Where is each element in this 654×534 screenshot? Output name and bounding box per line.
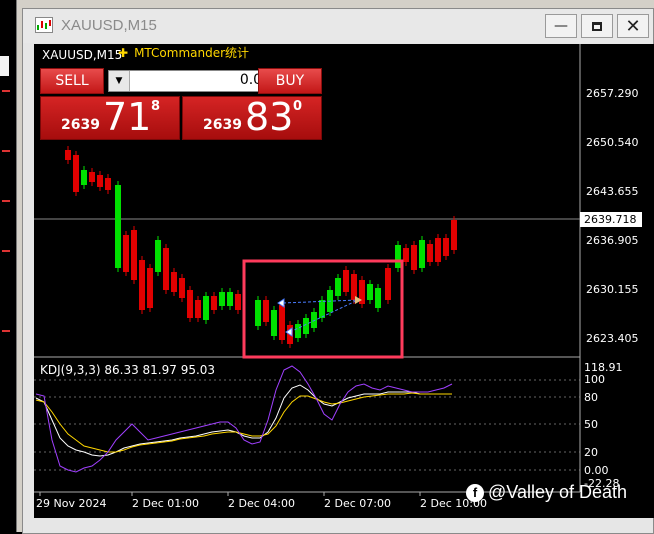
candle-body	[97, 175, 103, 187]
price-tick: 2650.540	[586, 136, 639, 149]
indicator-tag-text: MTCommander统计	[134, 46, 250, 60]
candle-body	[171, 272, 177, 292]
kdj-tick: 0.00	[584, 464, 609, 477]
axis-ticks	[39, 492, 421, 496]
price-tick: 2636.905	[586, 234, 639, 247]
buy-button[interactable]: BUY	[258, 68, 322, 94]
buy-price-base: 2639	[203, 117, 242, 133]
candle-body	[211, 296, 217, 310]
kdj-lines	[35, 365, 453, 473]
sell-price-point: 8	[151, 99, 161, 114]
time-tick: 2 Dec 04:00	[228, 497, 295, 510]
candle-body	[375, 288, 381, 308]
candle-body	[89, 172, 95, 182]
candle-body	[139, 260, 145, 310]
candle-body	[155, 240, 161, 272]
kdj-grid	[34, 379, 580, 471]
candle-body	[255, 300, 261, 326]
time-tick: 29 Nov 2024	[36, 497, 107, 510]
kdj-tick: 50	[584, 418, 598, 431]
kdj-label: KDJ(9,3,3) 86.33 81.97 95.03	[40, 363, 216, 377]
candle-body	[123, 235, 129, 272]
time-tick: 2 Dec 01:00	[132, 497, 199, 510]
lot-value[interactable]: 0.08	[133, 72, 271, 88]
candle-body	[219, 292, 225, 306]
buy-quote[interactable]: 2639 83 0	[182, 95, 322, 140]
candle-body	[411, 245, 417, 270]
candle-body	[179, 278, 185, 298]
price-tick: 2630.155	[586, 283, 639, 296]
candle-body	[131, 230, 137, 280]
candle-body	[227, 292, 233, 306]
candle-body	[435, 238, 441, 262]
candle-body	[187, 290, 193, 318]
candle-body	[311, 312, 317, 328]
candle-body	[147, 268, 153, 308]
candle-body	[367, 284, 373, 300]
one-click-trading-panel: SELL ▼ 0.08 ▲ BUY 2639 71 8 2639 83 0	[40, 68, 322, 140]
candle-body	[395, 245, 401, 268]
candle-body	[73, 155, 79, 192]
candle-body	[163, 248, 169, 290]
candle-body	[385, 268, 391, 300]
time-tick: 2 Dec 07:00	[324, 497, 391, 510]
symbol-label: XAUUSD,M15	[42, 48, 123, 62]
buy-price-point: 0	[293, 99, 303, 114]
price-tick: 2623.405	[586, 332, 639, 345]
candle-body	[427, 244, 433, 262]
candle-body	[451, 220, 457, 250]
kdj-tick: 100	[584, 373, 605, 386]
kdj-tick: 80	[584, 391, 598, 404]
candle-body	[203, 296, 209, 320]
candle-body	[81, 170, 87, 185]
candle-body	[115, 185, 121, 268]
terminal-window: XAUUSD,M15 — ✕ XAUUSD,M15 ✚ MTCommander统计…	[0, 0, 654, 534]
candle-body	[319, 300, 325, 318]
candle-body	[343, 270, 349, 292]
sell-quote[interactable]: 2639 71 8	[40, 95, 180, 140]
plus-icon: ✚	[118, 46, 129, 60]
sell-price-pips: 71	[103, 95, 152, 139]
candle-body	[295, 324, 301, 338]
candle-body	[279, 305, 285, 340]
facebook-icon: f	[466, 483, 484, 502]
candle-body	[65, 150, 71, 160]
kdj-tick: 20	[584, 446, 598, 459]
watermark-text: @Valley of Death	[488, 482, 628, 502]
candle-body	[271, 310, 277, 336]
candle-body	[351, 274, 357, 300]
candle-body	[443, 238, 449, 256]
kdj-d-line	[35, 392, 452, 453]
candle-body	[419, 240, 425, 268]
candle-body	[403, 248, 409, 262]
price-tick: 2657.290	[586, 87, 639, 100]
candle-body	[235, 294, 241, 310]
sell-button[interactable]: SELL	[40, 68, 104, 94]
candle-body	[105, 178, 111, 190]
candlesticks	[65, 146, 457, 348]
kdj-k-line	[35, 384, 452, 457]
candle-body	[335, 278, 341, 296]
buy-price-pips: 83	[245, 95, 294, 139]
candle-body	[195, 300, 201, 318]
indicator-tag: ✚ MTCommander统计	[118, 44, 249, 61]
lot-down-button[interactable]: ▼	[109, 71, 130, 91]
current-price-tag: 2639.718	[580, 212, 642, 227]
candle-body	[263, 300, 269, 322]
price-tick: 2643.655	[586, 185, 639, 198]
watermark: f @Valley of Death	[466, 482, 627, 503]
sell-price-base: 2639	[61, 117, 100, 133]
chevron-down-icon: ▼	[115, 76, 123, 86]
